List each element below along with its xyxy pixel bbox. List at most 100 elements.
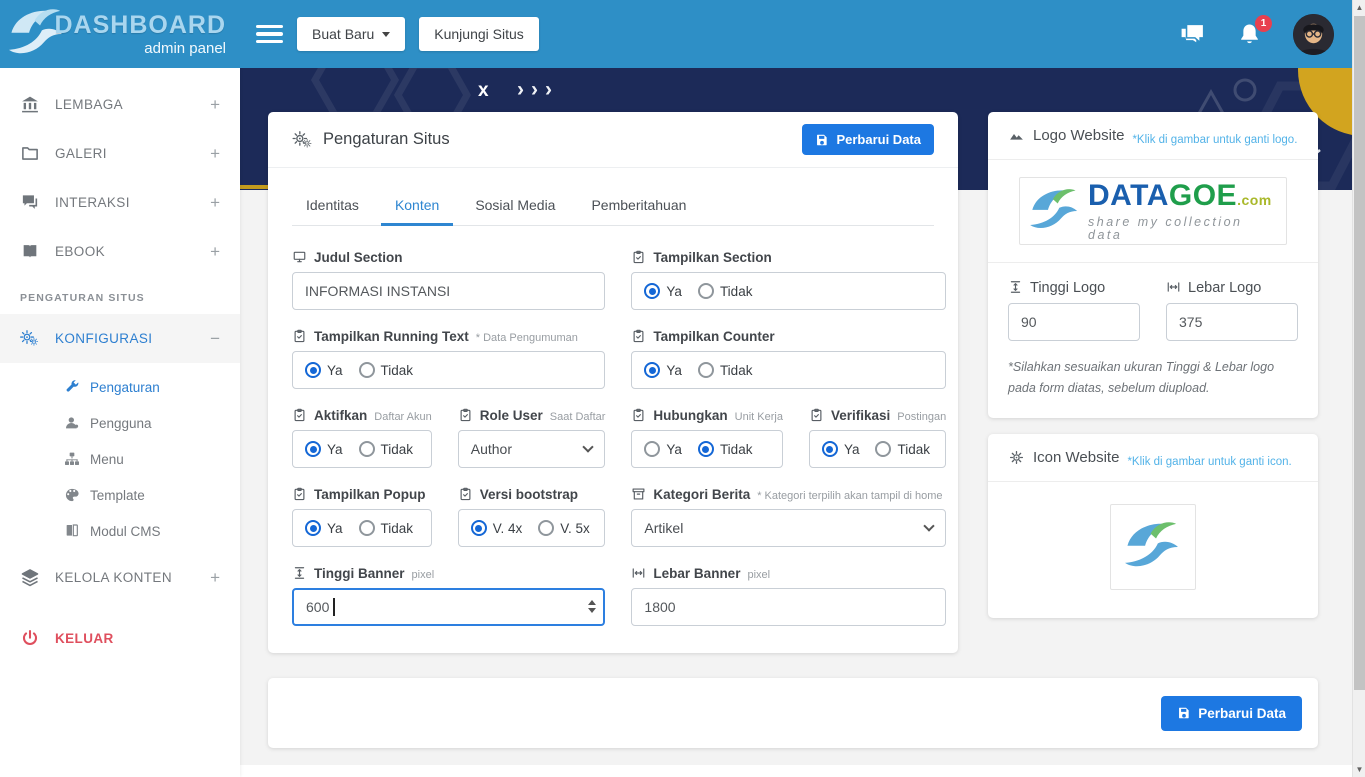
icon-image-upload[interactable] — [988, 482, 1318, 618]
submenu-item-pengguna[interactable]: Pengguna — [0, 405, 240, 441]
sidebar-item-galeri[interactable]: GALERI + — [0, 129, 240, 178]
radio-circle[interactable] — [822, 441, 838, 457]
radio-ya[interactable]: Ya — [644, 441, 682, 457]
radio-ya[interactable]: Ya — [822, 441, 860, 457]
tab-pemberitahuan[interactable]: Pemberitahuan — [577, 188, 700, 226]
notifications-bell[interactable]: 1 — [1236, 22, 1263, 47]
submenu-item-menu[interactable]: Menu — [0, 441, 240, 477]
submenu-item-modul-cms[interactable]: Modul CMS — [0, 513, 240, 549]
content-area: x ››› Pengaturan Situs — [240, 68, 1352, 777]
radio-label: Tidak — [381, 363, 414, 378]
logo-image-upload[interactable]: DATAGOE.com share my collection data — [988, 160, 1318, 262]
tab-identitas[interactable]: Identitas — [292, 188, 373, 226]
footer-actions-bar: Perbarui Data — [268, 678, 1318, 748]
radio-circle[interactable] — [471, 520, 487, 536]
tab-konten[interactable]: Konten — [381, 188, 453, 226]
radio-circle[interactable] — [538, 520, 554, 536]
radio-tidak[interactable]: Tidak — [698, 362, 753, 378]
radio-tidak[interactable]: Tidak — [875, 441, 930, 457]
radio-circle[interactable] — [698, 362, 714, 378]
field-judul-section: Judul Section — [292, 248, 605, 310]
clipboard-check-icon — [809, 408, 824, 422]
radio-circle[interactable] — [305, 362, 321, 378]
cogs-icon — [292, 130, 314, 150]
tinggi-banner-input[interactable] — [292, 588, 605, 626]
tab-sosial-media[interactable]: Sosial Media — [461, 188, 569, 226]
judul-section-input[interactable] — [292, 272, 605, 310]
scrollbar[interactable]: ▲ ▼ — [1352, 0, 1365, 777]
radio-circle[interactable] — [305, 520, 321, 536]
update-data-button-bottom[interactable]: Perbarui Data — [1161, 696, 1302, 731]
role-user-select[interactable]: Author — [458, 430, 606, 468]
sidebar-item-lembaga[interactable]: LEMBAGA + — [0, 80, 240, 129]
radio-circle[interactable] — [644, 362, 660, 378]
radio-v5x[interactable]: V. 5x — [538, 520, 590, 536]
lebar-banner-input[interactable] — [631, 588, 946, 626]
scrollbar-thumb[interactable] — [1354, 16, 1365, 690]
tampilkan-popup-radiogroup: Ya Tidak — [292, 509, 432, 547]
hamburger-icon[interactable] — [256, 21, 283, 48]
radio-ya[interactable]: Ya — [305, 362, 343, 378]
banner-decor-chevrons: ››› — [517, 78, 559, 102]
submenu-label: Template — [90, 488, 145, 503]
radio-v4x[interactable]: V. 4x — [471, 520, 523, 536]
radio-ya[interactable]: Ya — [305, 520, 343, 536]
chevron-down-icon — [583, 441, 594, 452]
aktifkan-radiogroup: Ya Tidak — [292, 430, 432, 468]
tampilkan-counter-radiogroup: Ya Tidak — [631, 351, 946, 389]
topbar: DASHBOARD admin panel Buat Baru Kunjungi… — [0, 0, 1352, 68]
sidebar-item-keluar[interactable]: KELUAR — [0, 614, 240, 663]
field-label: Kategori Berita — [653, 487, 750, 502]
radio-tidak[interactable]: Tidak — [359, 441, 414, 457]
radio-circle[interactable] — [698, 283, 714, 299]
radio-ya[interactable]: Ya — [305, 441, 343, 457]
floppy-icon — [815, 133, 829, 147]
sidebar-section-label: PENGATURAN SITUS — [0, 276, 240, 314]
radio-circle[interactable] — [359, 520, 375, 536]
radio-tidak[interactable]: Tidak — [698, 283, 753, 299]
radio-tidak[interactable]: Tidak — [698, 441, 753, 457]
logo-size-hint: *Silahkan sesuaikan ukuran Tinggi & Leba… — [988, 347, 1318, 418]
wrench-icon — [64, 379, 80, 395]
radio-circle[interactable] — [644, 283, 660, 299]
radio-circle[interactable] — [644, 441, 660, 457]
sidebar-item-ebook[interactable]: EBOOK + — [0, 227, 240, 276]
update-data-button-top[interactable]: Perbarui Data — [802, 124, 934, 155]
scrollbar-down-arrow[interactable]: ▼ — [1353, 762, 1365, 777]
messages-icon[interactable] — [1179, 22, 1206, 47]
clipboard-check-icon — [458, 487, 473, 501]
visit-site-button[interactable]: Kunjungi Situs — [419, 17, 539, 51]
submenu-item-pengaturan[interactable]: Pengaturan — [0, 369, 240, 405]
logo-tagline: share my collection data — [1088, 216, 1278, 241]
create-new-label: Buat Baru — [312, 26, 374, 42]
tinggi-logo-input[interactable] — [1008, 303, 1140, 341]
field-tinggi-banner: Tinggi Banner pixel — [292, 564, 605, 626]
lebar-logo-input[interactable] — [1166, 303, 1298, 341]
radio-ya[interactable]: Ya — [644, 362, 682, 378]
radio-circle[interactable] — [359, 441, 375, 457]
user-avatar[interactable] — [1293, 14, 1334, 55]
logo-website-card: Logo Website *Klik di gambar untuk ganti… — [988, 112, 1318, 418]
sidebar-item-interaksi[interactable]: INTERAKSI + — [0, 178, 240, 227]
field-label: Tampilkan Popup — [314, 487, 426, 502]
sidebar-item-kelola-konten[interactable]: KELOLA KONTEN + — [0, 553, 240, 602]
kategori-berita-select[interactable]: Artikel — [631, 509, 946, 547]
radio-circle[interactable] — [875, 441, 891, 457]
radio-circle[interactable] — [305, 441, 321, 457]
submenu-item-template[interactable]: Template — [0, 477, 240, 513]
radio-ya[interactable]: Ya — [644, 283, 682, 299]
field-tampilkan-counter: Tampilkan Counter Ya Tidak — [631, 327, 946, 389]
logout-label: KELUAR — [55, 631, 220, 646]
scrollbar-up-arrow[interactable]: ▲ — [1353, 0, 1365, 15]
radio-tidak[interactable]: Tidak — [359, 362, 414, 378]
field-label: Aktifkan — [314, 408, 367, 423]
sidebar-item-konfigurasi[interactable]: KONFIGURASI − — [0, 314, 240, 363]
radio-circle[interactable] — [698, 441, 714, 457]
radio-circle[interactable] — [359, 362, 375, 378]
number-spinner[interactable] — [588, 600, 596, 613]
radio-tidak[interactable]: Tidak — [359, 520, 414, 536]
submenu-label: Menu — [90, 452, 124, 467]
field-verifikasi: Verifikasi Postingan Ya Tidak — [809, 406, 946, 468]
create-new-button[interactable]: Buat Baru — [297, 17, 405, 51]
brand-logo[interactable]: DASHBOARD admin panel — [0, 0, 240, 68]
